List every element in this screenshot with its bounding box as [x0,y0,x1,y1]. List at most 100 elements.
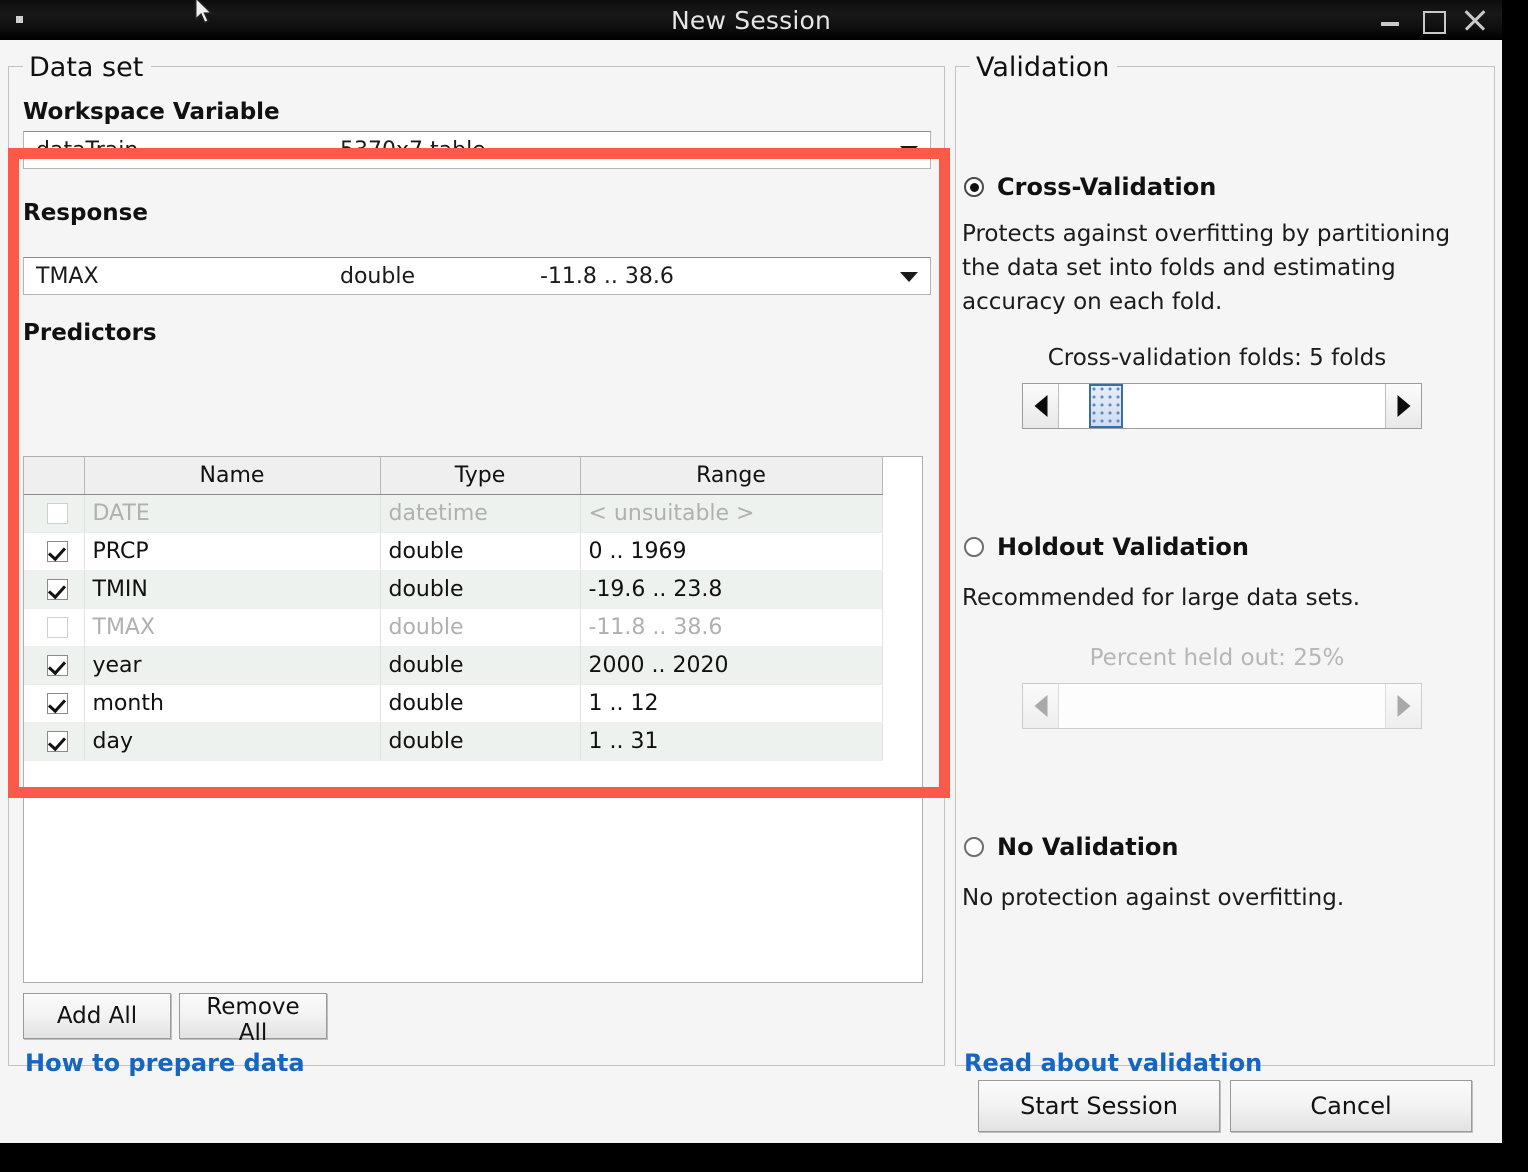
maximize-icon[interactable] [1420,7,1446,34]
checkbox-icon[interactable] [47,541,69,562]
mouse-cursor [194,0,214,24]
predictor-checkbox-cell[interactable] [24,722,85,761]
checkbox-icon[interactable] [47,617,69,638]
table-row[interactable]: year double 2000 .. 2020 [24,646,883,685]
predictor-name-cell: TMIN [84,570,381,609]
predictor-type-cell: double [380,532,581,571]
triangle-left-icon [1034,395,1047,417]
response-range: -11.8 .. 38.6 [540,263,674,289]
slider-track[interactable] [1059,384,1385,428]
predictor-name-cell: day [84,722,381,761]
response-type: double [340,263,415,289]
slider-track[interactable] [1059,684,1385,728]
workspace-variable-size: 5370x7 table [340,137,486,163]
slider-decrease-button[interactable] [1023,684,1059,728]
predictor-checkbox-cell[interactable] [24,646,85,685]
table-row[interactable]: DATE datetime < unsuitable > [24,494,883,533]
response-label: Response [23,200,148,226]
no-validation-radio-icon[interactable] [964,837,984,857]
data-set-group-title: Data set [23,52,152,83]
predictors-col-check[interactable] [24,457,85,495]
new-session-dialog: New Session Data set Workspace Variable … [0,0,1502,1143]
cross-validation-label: Cross-Validation [997,173,1217,201]
predictor-type-cell: double [380,684,581,723]
predictor-name-cell: TMAX [84,608,381,647]
remove-all-button[interactable]: Remove All [179,993,327,1046]
table-row[interactable]: TMAX double -11.8 .. 38.6 [24,608,883,647]
checkbox-icon[interactable] [47,731,69,752]
workspace-variable-combobox[interactable]: dataTrain 5370x7 table [23,131,931,169]
predictor-name-cell: PRCP [84,532,381,571]
predictors-col-range[interactable]: Range [580,457,883,495]
slider-increase-button[interactable] [1385,684,1421,728]
cross-validation-folds-slider[interactable] [1022,383,1422,429]
predictor-name-cell: month [84,684,381,723]
window-title: New Session [670,6,832,35]
predictor-type-cell: double [380,722,581,761]
predictor-buttons: Add All Remove All [23,993,327,1046]
response-name: TMAX [36,263,99,289]
slider-decrease-button[interactable] [1023,384,1059,428]
holdout-percent-label: Percent held out: 25% [1089,645,1345,671]
no-validation-option[interactable]: No Validation [964,833,1179,861]
close-icon[interactable] [1462,7,1488,33]
cross-validation-radio-icon[interactable] [964,177,984,197]
table-row[interactable]: TMIN double -19.6 .. 23.8 [24,570,883,609]
minimize-icon[interactable] [1378,7,1404,33]
checkbox-icon[interactable] [47,503,69,524]
table-row[interactable]: month double 1 .. 12 [24,684,883,723]
predictor-range-cell: < unsuitable > [580,494,883,533]
predictor-range-cell: 0 .. 1969 [580,532,883,571]
checkbox-icon[interactable] [47,579,69,600]
dialog-footer: Start Session Cancel [955,1080,1495,1150]
response-combobox[interactable]: TMAX double -11.8 .. 38.6 [23,257,931,295]
cross-validation-folds-label: Cross-validation folds: 5 folds [1047,345,1387,371]
table-row[interactable]: day double 1 .. 31 [24,722,883,761]
triangle-left-icon [1034,695,1047,717]
add-all-button[interactable]: Add All [23,993,171,1039]
workspace-variable-label: Workspace Variable [23,99,280,125]
triangle-right-icon [1397,395,1410,417]
predictor-name-cell: year [84,646,381,685]
data-set-groupbox: Data set Workspace Variable dataTrain 53… [8,52,945,1077]
table-row[interactable]: PRCP double 0 .. 1969 [24,532,883,571]
how-to-prepare-data-link[interactable]: How to prepare data [25,1049,305,1077]
checkbox-icon[interactable] [47,693,69,714]
cross-validation-option[interactable]: Cross-Validation [964,173,1216,201]
predictor-checkbox-cell[interactable] [24,684,85,723]
window-controls [1378,4,1488,36]
dialog-body: Data set Workspace Variable dataTrain 53… [0,40,1502,1143]
predictor-type-cell: double [380,570,581,609]
holdout-validation-option[interactable]: Holdout Validation [964,533,1249,561]
checkbox-icon[interactable] [47,655,69,676]
predictors-table-header-row: Name Type Range [24,457,883,495]
slider-increase-button[interactable] [1385,384,1421,428]
predictor-checkbox-cell[interactable] [24,608,85,647]
predictors-col-type[interactable]: Type [380,457,581,495]
predictor-range-cell: 2000 .. 2020 [580,646,883,685]
cross-validation-description: Protects against overfitting by partitio… [962,221,1451,316]
predictor-checkbox-cell[interactable] [24,570,85,609]
predictor-checkbox-cell[interactable] [24,494,85,533]
predictor-range-cell: -11.8 .. 38.6 [580,608,883,647]
predictor-checkbox-cell[interactable] [24,532,85,571]
predictor-range-cell: -19.6 .. 23.8 [580,570,883,609]
triangle-right-icon [1397,695,1410,717]
start-session-button[interactable]: Start Session [978,1080,1220,1132]
holdout-percent-slider[interactable] [1022,683,1422,729]
no-validation-description: No protection against overfitting. [962,885,1345,911]
chevron-down-icon [900,272,918,282]
holdout-validation-description: Recommended for large data sets. [962,585,1361,611]
predictor-name-cell: DATE [84,494,381,533]
holdout-validation-label: Holdout Validation [997,533,1249,561]
chevron-down-icon [900,146,918,156]
window-titlebar[interactable]: New Session [0,0,1502,40]
read-about-validation-link[interactable]: Read about validation [964,1049,1262,1077]
cancel-button[interactable]: Cancel [1230,1080,1472,1132]
slider-thumb[interactable] [1089,384,1123,428]
predictors-col-name[interactable]: Name [84,457,381,495]
validation-group-title: Validation [970,52,1118,83]
holdout-validation-radio-icon[interactable] [964,537,984,557]
predictors-table: Name Type Range DATE datetime < unsuitable… [24,457,883,761]
predictors-listbox[interactable]: Name Type Range DATE datetime < unsuitable… [23,456,923,983]
